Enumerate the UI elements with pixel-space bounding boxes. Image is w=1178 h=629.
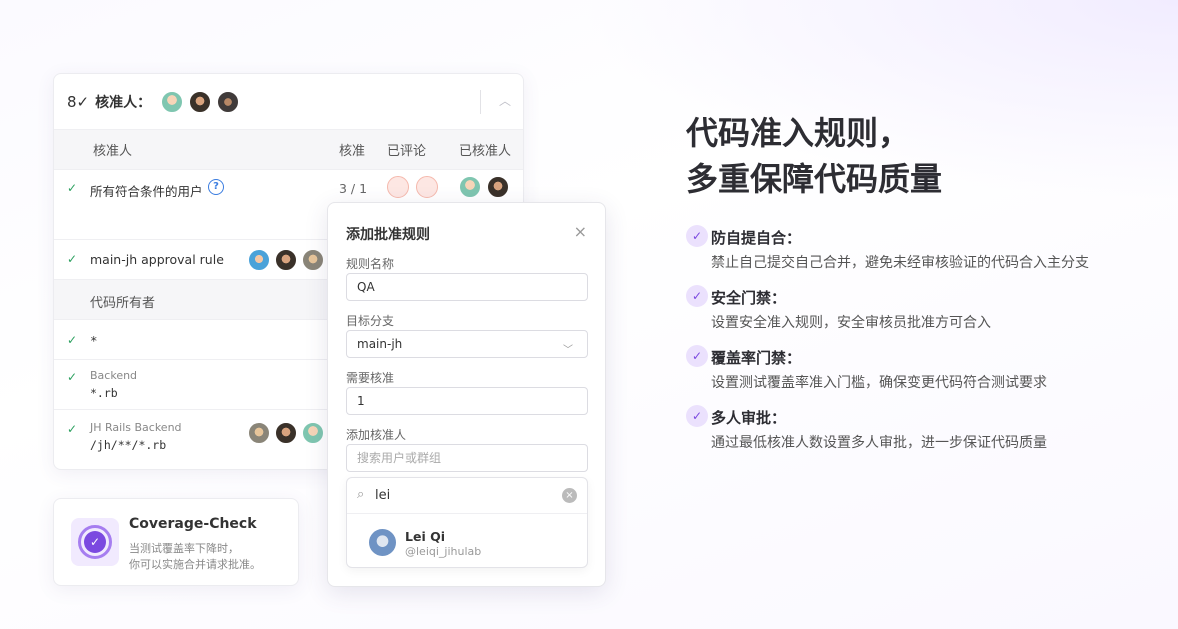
help-icon[interactable]: ? <box>208 179 224 195</box>
clear-icon[interactable]: × <box>562 488 577 503</box>
owner-section: JH Rails Backend <box>90 421 182 434</box>
check-icon: ✓ <box>686 345 708 367</box>
search-input[interactable]: lei <box>375 488 390 503</box>
feature-desc: 通过最低核准人数设置多人审批，进一步保证代码质量 <box>711 435 1047 451</box>
avatar[interactable] <box>459 176 481 198</box>
check-icon: ✓ <box>67 422 78 436</box>
commented-avatars <box>387 176 438 198</box>
approver-search-dropdown: ⌕ lei × Lei Qi @leiqi_jihulab <box>346 477 588 568</box>
avatar[interactable] <box>248 422 270 444</box>
target-branch-value: main-jh <box>357 337 403 351</box>
avatar[interactable] <box>248 249 270 271</box>
coverage-check-card: ✓ Coverage-Check 当测试覆盖率下降时， 你可以实施合并请求批准。 <box>53 498 299 586</box>
owner-path: * <box>90 333 98 348</box>
approvers-title: 核准人： <box>95 94 152 111</box>
chevron-up-icon[interactable]: ︿ <box>499 92 511 109</box>
rule-label: 所有符合条件的用户 <box>90 184 203 199</box>
approval-count: 3 / 1 <box>339 181 368 196</box>
owner-path: *.rb <box>90 386 118 400</box>
owner-section: Backend <box>90 369 138 382</box>
result-handle: @leiqi_jihulab <box>405 545 482 558</box>
add-approvers-input[interactable]: 搜索用户或群组 <box>346 444 588 472</box>
rule-name-label: 规则名称 <box>346 257 395 271</box>
check-icon: ✓ <box>67 252 78 266</box>
headline-line: 代码准入规则， <box>686 114 911 152</box>
avatar[interactable] <box>302 422 324 444</box>
rule-name-input[interactable]: QA <box>346 273 588 301</box>
avatar[interactable] <box>487 176 509 198</box>
check-icon: ✓ <box>686 225 708 247</box>
avatar[interactable] <box>302 249 324 271</box>
table-header: 核准人 核准 已评论 已核准人 <box>54 130 523 170</box>
rule-label: main-jh approval rule <box>90 252 224 267</box>
col-approved-by: 已核准人 <box>459 144 512 159</box>
col-commented: 已评论 <box>387 144 427 159</box>
avatar <box>368 528 397 557</box>
coverage-desc: 你可以实施合并请求批准。 <box>129 558 261 571</box>
required-approvals-input[interactable]: 1 <box>346 387 588 415</box>
required-approvals-label: 需要核准 <box>346 371 395 385</box>
check-icon: ✓ <box>67 370 78 384</box>
approvers-card-header: 8✓ 核准人： ︿ <box>54 74 523 130</box>
search-result-item[interactable]: Lei Qi @leiqi_jihulab <box>347 514 587 568</box>
header-divider <box>480 90 481 114</box>
coverage-desc: 当测试覆盖率下降时， <box>129 542 239 555</box>
check-icon: ✓ <box>67 181 78 195</box>
headline-line: 多重保障代码质量 <box>686 160 943 198</box>
fox-avatar[interactable] <box>416 176 438 198</box>
check-icon: ✓ <box>686 285 708 307</box>
approver-avatars <box>161 90 240 113</box>
avatar[interactable] <box>275 422 297 444</box>
rule-avatars <box>248 249 324 271</box>
coverage-check-icon: ✓ <box>71 518 119 566</box>
feature-desc: 设置测试覆盖率准入门槛，确保变更代码符合测试要求 <box>711 375 1047 391</box>
avatar[interactable] <box>217 90 240 113</box>
owner-path: /jh/**/*.rb <box>90 438 167 452</box>
check-icon: ✓ <box>686 405 708 427</box>
check-icon: ✓ <box>67 333 78 347</box>
add-approvers-label: 添加核准人 <box>346 428 407 442</box>
owner-avatars <box>248 422 324 444</box>
avatar[interactable] <box>161 90 184 113</box>
add-approval-rule-modal: 添加批准规则 × 规则名称 QA 目标分支 main-jh ﹀ 需要核准 1 添… <box>327 202 606 587</box>
user-check-icon: 8✓ <box>67 92 90 111</box>
feature-desc: 禁止自己提交自己合并，避免未经审核验证的代码合入主分支 <box>711 255 1089 271</box>
feature-desc: 设置安全准入规则，安全审核员批准方可合入 <box>711 315 991 331</box>
avatar[interactable] <box>275 249 297 271</box>
headline: 代码准入规则， 多重保障代码质量 <box>686 110 942 202</box>
feature-title: 安全门禁： <box>711 289 787 307</box>
approver-search-box[interactable]: ⌕ lei × <box>347 478 587 514</box>
feature-title: 覆盖率门禁： <box>711 349 802 367</box>
code-owners-title: 代码所有者 <box>90 296 156 311</box>
target-branch-select[interactable]: main-jh ﹀ <box>346 330 588 358</box>
feature-title: 防自提自合： <box>711 229 802 247</box>
fox-avatar[interactable] <box>387 176 409 198</box>
avatar[interactable] <box>189 90 212 113</box>
result-name: Lei Qi <box>405 529 445 544</box>
col-approvers: 核准人 <box>93 144 133 159</box>
search-icon: ⌕ <box>357 487 365 502</box>
modal-title: 添加批准规则 <box>346 227 430 243</box>
coverage-title: Coverage-Check <box>129 516 257 532</box>
col-approve: 核准 <box>339 144 366 159</box>
target-branch-label: 目标分支 <box>346 314 395 328</box>
approved-avatars <box>459 176 509 198</box>
feature-title: 多人审批： <box>711 409 787 427</box>
chevron-down-icon: ﹀ <box>563 345 573 356</box>
close-icon[interactable]: × <box>574 222 587 241</box>
